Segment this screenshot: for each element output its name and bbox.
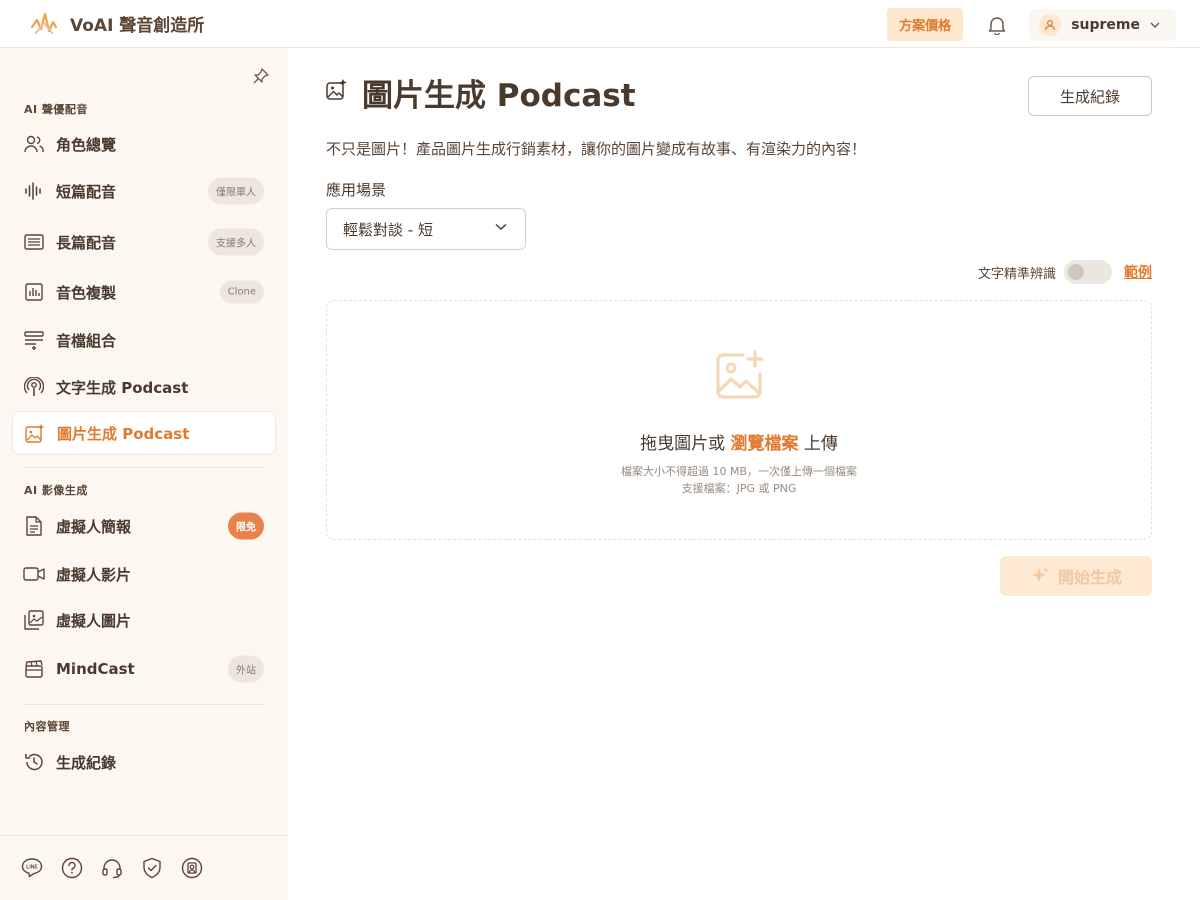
sidebar-item-characters[interactable]: 角色總覽 xyxy=(12,122,276,166)
voice-clone-icon xyxy=(23,281,45,303)
divider xyxy=(24,704,264,705)
section-label-video: AI 影像生成 xyxy=(24,484,88,497)
image-add-icon xyxy=(713,349,767,403)
sidebar-item-text-podcast[interactable]: 文字生成 Podcast xyxy=(12,365,276,409)
toggle-knob xyxy=(1068,264,1084,280)
sidebar-item-label: 虛擬人簡報 xyxy=(56,517,132,536)
sidebar-item-audio-merge[interactable]: 音檔組合 xyxy=(12,318,276,362)
line-icon[interactable]: LINE xyxy=(20,856,44,880)
notification-bell-icon[interactable] xyxy=(979,9,1015,41)
sidebar-item-label: 音色複製 xyxy=(56,283,117,302)
avatar xyxy=(1039,13,1062,36)
dropzone-format-note: 支援檔案：JPG 或 PNG xyxy=(681,482,797,495)
badge-external: 外站 xyxy=(228,655,264,683)
sidebar-item-label: 生成紀錄 xyxy=(56,753,117,772)
start-generate-button[interactable]: 開始生成 xyxy=(1000,556,1152,596)
page-title: 圖片生成 Podcast xyxy=(362,78,636,114)
document-list-icon xyxy=(23,231,45,253)
sidebar-item-label: 音檔組合 xyxy=(56,331,117,350)
chevron-down-icon xyxy=(495,223,507,231)
sidebar-item-label: 文字生成 Podcast xyxy=(56,378,189,397)
divider xyxy=(24,467,264,468)
ocr-toggle[interactable] xyxy=(1064,260,1112,284)
users-icon xyxy=(23,133,45,155)
scene-select-value: 輕鬆對談 - 短 xyxy=(343,220,433,239)
headset-icon[interactable] xyxy=(100,856,124,880)
sidebar-item-long-dubbing[interactable]: 長篇配音 支援多人 xyxy=(12,220,276,264)
sidebar-item-mindcast[interactable]: MindCast 外站 xyxy=(12,647,276,691)
app-name: VoAI 聲音創造所 xyxy=(70,16,205,36)
divider xyxy=(0,835,288,836)
history-icon xyxy=(23,751,45,773)
history-button[interactable]: 生成紀錄 xyxy=(1028,76,1152,116)
sidebar-item-avatar-presentation[interactable]: 虛擬人簡報 限免 xyxy=(12,504,276,548)
sidebar-item-label: 虛擬人圖片 xyxy=(56,611,132,630)
image-sparkle-icon xyxy=(326,78,348,100)
section-label-voice: AI 聲優配音 xyxy=(24,103,88,116)
ocr-label: 文字精準辨識 xyxy=(977,266,1056,282)
username: supreme xyxy=(1071,16,1140,33)
sidebar-item-label: 虛擬人影片 xyxy=(56,565,132,584)
sidebar-item-voice-clone[interactable]: 音色複製 Clone xyxy=(12,270,276,314)
sidebar-item-short-dubbing[interactable]: 短篇配音 僅限單人 xyxy=(12,169,276,213)
sidebar-footer: LINE xyxy=(20,856,220,880)
audio-merge-icon xyxy=(23,329,45,351)
top-header: VoAI 聲音創造所 方案價格 supreme xyxy=(0,0,1200,48)
clapperboard-icon xyxy=(23,658,45,680)
section-label-content: 內容管理 xyxy=(24,720,70,733)
sidebar-item-label: 角色總覽 xyxy=(56,135,117,154)
sidebar: AI 聲優配音 角色總覽 短篇配音 僅限單人 長篇配音 支援多人 音色複製 Cl… xyxy=(0,48,288,900)
sidebar-item-avatar-video[interactable]: 虛擬人影片 xyxy=(12,552,276,596)
sparkle-icon xyxy=(1031,567,1049,582)
sidebar-item-label: 短篇配音 xyxy=(56,182,117,201)
shield-icon[interactable] xyxy=(140,856,164,880)
badge-single-only: 僅限單人 xyxy=(208,177,264,205)
ocr-option: 文字精準辨識 範例 xyxy=(978,260,1152,284)
account-icon[interactable] xyxy=(180,856,204,880)
dropzone-instruction: 拖曳圖片或 瀏覽檔案 上傳 xyxy=(327,429,1151,454)
browse-files-link[interactable]: 瀏覽檔案 xyxy=(731,434,799,454)
video-icon xyxy=(23,563,45,585)
page-description: 不只是圖片！產品圖片生成行銷素材，讓你的圖片變成有故事、有渲染力的內容！ xyxy=(326,140,867,158)
dropzone-suffix: 上傳 xyxy=(803,434,838,454)
logo[interactable]: VoAI 聲音創造所 xyxy=(30,11,204,37)
dropzone-size-note: 檔案大小不得超過 10 MB，一次僅上傳一個檔案 xyxy=(620,465,858,478)
scene-label: 應用場景 xyxy=(326,181,387,199)
images-icon xyxy=(23,609,45,631)
waveform-icon xyxy=(23,180,45,202)
chevron-down-icon xyxy=(1150,22,1160,28)
voai-logo-icon xyxy=(30,12,58,34)
podcast-icon xyxy=(23,376,45,398)
sidebar-item-label: 圖片生成 Podcast xyxy=(57,424,190,443)
user-menu[interactable]: supreme xyxy=(1029,8,1176,41)
upload-dropzone[interactable]: 拖曳圖片或 瀏覽檔案 上傳 檔案大小不得超過 10 MB，一次僅上傳一個檔案 支… xyxy=(326,300,1152,540)
file-text-icon xyxy=(23,515,45,537)
sidebar-item-history[interactable]: 生成紀錄 xyxy=(12,740,276,784)
scene-select[interactable]: 輕鬆對談 - 短 xyxy=(326,208,526,250)
example-link[interactable]: 範例 xyxy=(1124,262,1152,282)
badge-multi-support: 支援多人 xyxy=(208,228,264,256)
image-sparkle-icon xyxy=(24,422,46,444)
sidebar-item-image-podcast[interactable]: 圖片生成 Podcast xyxy=(12,411,276,455)
start-generate-label: 開始生成 xyxy=(1057,568,1122,587)
badge-free: 限免 xyxy=(228,512,264,540)
badge-clone: Clone xyxy=(219,280,264,304)
sidebar-item-label: MindCast xyxy=(56,660,135,678)
svg-text:LINE: LINE xyxy=(26,865,38,871)
sidebar-item-avatar-image[interactable]: 虛擬人圖片 xyxy=(12,598,276,642)
sidebar-item-label: 長篇配音 xyxy=(56,233,117,252)
pricing-button[interactable]: 方案價格 xyxy=(887,8,964,41)
help-icon[interactable] xyxy=(60,856,84,880)
pin-icon[interactable] xyxy=(251,66,271,86)
dropzone-prefix: 拖曳圖片或 xyxy=(640,434,726,454)
